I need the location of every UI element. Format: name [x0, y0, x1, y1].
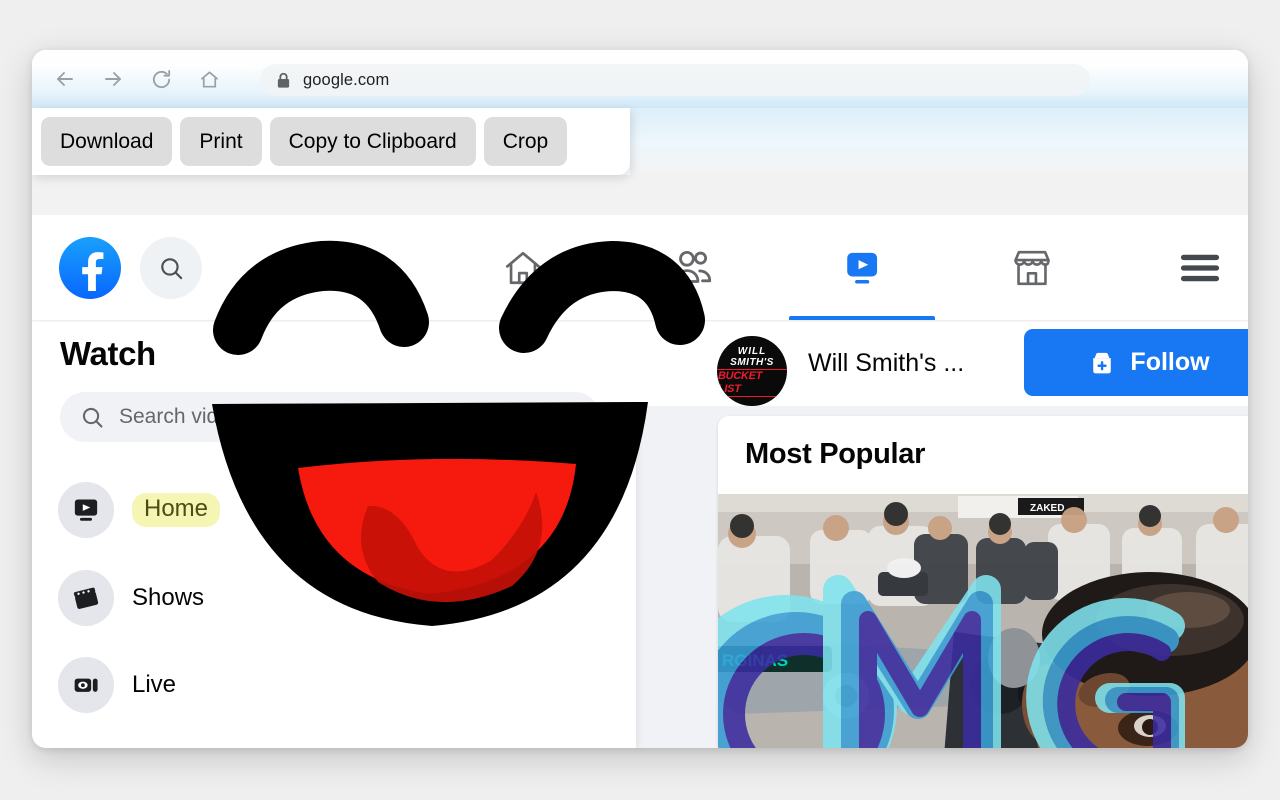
facebook-top-nav	[32, 215, 1248, 320]
video-thumbnail[interactable]: ZAKED RGINAS	[718, 494, 1248, 748]
screenshot-action-toolbar: Download Print Copy to Clipboard Crop	[32, 108, 630, 175]
avatar-line-3: BUCKET LIST	[717, 368, 787, 397]
download-button[interactable]: Download	[41, 117, 173, 166]
follow-button[interactable]: Follow	[1024, 329, 1248, 396]
address-bar[interactable]: google.com	[260, 64, 1090, 96]
page-name[interactable]: Will Smith's ...	[808, 349, 964, 378]
nav-tab-watch[interactable]	[789, 215, 935, 320]
sidebar-item-shows[interactable]: Shows	[58, 570, 204, 626]
sidebar-item-label: Live	[132, 671, 177, 698]
toolbar-gradient-strip	[630, 108, 1248, 175]
page-title: Watch	[60, 335, 156, 372]
url-text: google.com	[303, 70, 390, 89]
active-tab-underline	[789, 316, 935, 320]
watch-sidebar: Watch Search videos Home Shows Live	[32, 320, 636, 748]
lock-icon	[276, 72, 291, 89]
most-popular-card: Most Popular ZAKED RGINAS	[718, 416, 1248, 748]
sidebar-item-live[interactable]: Live	[58, 657, 176, 713]
crop-button[interactable]: Crop	[483, 117, 568, 166]
follow-plus-icon	[1093, 352, 1112, 373]
watch-main-column: WILL SMITH'S BUCKET LIST Will Smith's ..…	[636, 320, 1248, 748]
svg-text:ZAKED: ZAKED	[1030, 503, 1064, 514]
avatar-line-1: WILL	[737, 345, 767, 357]
sidebar-item-label: Home	[132, 493, 221, 527]
search-input[interactable]: Search videos	[60, 392, 600, 442]
print-button[interactable]: Print	[180, 117, 262, 166]
forward-arrow-icon[interactable]	[96, 62, 130, 96]
sidebar-item-home[interactable]: Home	[58, 482, 221, 538]
nav-tab-marketplace[interactable]	[959, 215, 1105, 320]
nav-tab-home[interactable]	[450, 215, 596, 320]
nav-tab-menu[interactable]	[1127, 215, 1248, 320]
follow-button-label: Follow	[1130, 348, 1210, 376]
search-placeholder: Search videos	[119, 405, 253, 428]
avatar[interactable]: WILL SMITH'S BUCKET LIST	[717, 336, 787, 406]
sidebar-item-label: Shows	[132, 584, 205, 611]
clapperboard-icon	[58, 570, 114, 626]
home-icon[interactable]	[192, 62, 226, 96]
page-gap-strip	[32, 175, 1248, 215]
back-arrow-icon[interactable]	[48, 62, 82, 96]
facebook-watch-page: Watch Search videos Home Shows Live WILL…	[32, 215, 1248, 748]
facebook-logo-icon[interactable]	[59, 237, 121, 299]
video-home-icon	[58, 482, 114, 538]
avatar-line-2: SMITH'S	[730, 356, 774, 368]
reload-icon[interactable]	[144, 62, 178, 96]
live-camera-icon	[58, 657, 114, 713]
facebook-body: Watch Search videos Home Shows Live WILL…	[32, 320, 1248, 748]
section-title: Most Popular	[745, 438, 926, 470]
browser-chrome-toolbar: google.com	[32, 50, 1248, 140]
browser-window: google.com Download Print Copy to Clipbo…	[32, 50, 1248, 748]
nav-tab-friends[interactable]	[620, 215, 766, 320]
copy-to-clipboard-button[interactable]: Copy to Clipboard	[269, 117, 476, 166]
facebook-search-icon[interactable]	[140, 237, 202, 299]
